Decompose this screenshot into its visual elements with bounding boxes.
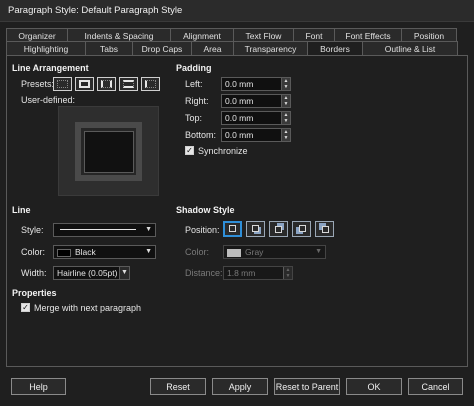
shadow-color-value: Gray [245, 247, 264, 257]
line-arrangement-heading: Line Arrangement [12, 63, 89, 73]
cancel-button[interactable]: Cancel [408, 378, 463, 395]
spin-arrows-icon[interactable]: ▲ ▼ [281, 78, 290, 90]
spin-arrows-icon[interactable]: ▲ ▼ [281, 112, 290, 124]
padding-top-input[interactable]: 0.0 mm ▲ ▼ [221, 111, 291, 125]
padding-bottom-label: Bottom: [185, 130, 217, 140]
chevron-down-icon: ▼ [145, 226, 152, 233]
synchronize-label: Synchronize [198, 146, 248, 156]
shadow-bottom-right-icon[interactable] [246, 221, 265, 237]
properties-heading: Properties [12, 288, 57, 298]
tab-font[interactable]: Font [293, 28, 335, 42]
shadow-top-right-icon[interactable] [269, 221, 288, 237]
padding-heading: Padding [176, 63, 212, 73]
chevron-down-icon: ▼ [315, 248, 322, 255]
chevron-down-icon: ▼ [145, 248, 152, 255]
padding-top-label: Top: [185, 113, 203, 123]
padding-right-input[interactable]: 0.0 mm ▲ ▼ [221, 94, 291, 108]
padding-left-input[interactable]: 0.0 mm ▲ ▼ [221, 77, 291, 91]
ok-button[interactable]: OK [346, 378, 402, 395]
padding-bottom-value: 0.0 mm [225, 130, 254, 140]
presets-label: Presets: [21, 79, 55, 89]
shadow-color-label: Color: [185, 247, 210, 257]
line-width-label: Width: [21, 268, 47, 278]
tab-position[interactable]: Position [401, 28, 457, 42]
dialog-button-bar: Help Reset Apply Reset to Parent OK Canc… [0, 368, 474, 406]
shadow-distance-label: Distance: [185, 268, 223, 278]
padding-bottom-input[interactable]: 0.0 mm ▲ ▼ [221, 128, 291, 142]
color-swatch [57, 248, 71, 257]
tab-font-effects[interactable]: Font Effects [334, 28, 402, 42]
spin-arrows-icon[interactable]: ▲ ▼ [281, 95, 290, 107]
shadow-top-left-icon[interactable] [315, 221, 334, 237]
help-button[interactable]: Help [11, 378, 66, 395]
line-style-sample [60, 229, 136, 230]
line-color-select[interactable]: Black ▼ [53, 245, 156, 259]
shadow-style-heading: Shadow Style [176, 205, 235, 215]
tab-text-flow[interactable]: Text Flow [233, 28, 294, 42]
line-width-value: Hairline (0.05pt) [57, 268, 118, 278]
apply-button[interactable]: Apply [212, 378, 268, 395]
tab-borders[interactable]: Borders [307, 41, 363, 56]
reset-to-parent-button[interactable]: Reset to Parent [274, 378, 340, 395]
merge-checkbox[interactable]: ✓ [21, 303, 30, 312]
border-preview[interactable] [58, 106, 159, 196]
shadow-none-icon[interactable] [223, 221, 242, 237]
padding-right-label: Right: [185, 96, 209, 106]
border-left-right-icon[interactable] [97, 77, 116, 91]
shadow-distance-value: 1.8 mm [227, 268, 256, 278]
chevron-down-icon[interactable]: ▼ [119, 266, 130, 280]
tab-transparency[interactable]: Transparency [233, 41, 308, 55]
spin-arrows-icon[interactable]: ▲ ▼ [281, 129, 290, 141]
padding-right-value: 0.0 mm [225, 96, 254, 106]
spin-arrows-icon[interactable]: ▲ ▼ [283, 267, 292, 279]
border-none-icon[interactable] [53, 77, 72, 91]
user-defined-label: User-defined: [21, 95, 76, 105]
window-title: Paragraph Style: Default Paragraph Style [0, 0, 474, 22]
shadow-color-select[interactable]: Gray ▼ [223, 245, 326, 259]
line-style-label: Style: [21, 225, 44, 235]
line-color-label: Color: [21, 247, 46, 257]
tab-organizer[interactable]: Organizer [6, 28, 68, 42]
reset-button[interactable]: Reset [150, 378, 206, 395]
line-color-value: Black [75, 247, 96, 257]
line-style-select[interactable]: ▼ [53, 223, 156, 237]
tab-drop-caps[interactable]: Drop Caps [132, 41, 192, 55]
shadow-bottom-left-icon[interactable] [292, 221, 311, 237]
merge-label: Merge with next paragraph [34, 303, 142, 313]
padding-left-label: Left: [185, 79, 203, 89]
tab-tabs[interactable]: Tabs [85, 41, 133, 55]
line-heading: Line [12, 205, 31, 215]
tab-alignment[interactable]: Alignment [170, 28, 234, 42]
padding-left-value: 0.0 mm [225, 79, 254, 89]
border-top-bottom-icon[interactable] [119, 77, 138, 91]
color-swatch [227, 248, 241, 257]
tab-indents-spacing[interactable]: Indents & Spacing [67, 28, 171, 42]
shadow-position-label: Position: [185, 225, 220, 235]
tab-area[interactable]: Area [191, 41, 234, 55]
border-left-icon[interactable] [141, 77, 160, 91]
line-width-select[interactable]: Hairline (0.05pt) [53, 266, 129, 280]
border-preview-box [84, 131, 134, 173]
tab-row-2: Highlighting Tabs Drop Caps Area Transpa… [6, 41, 458, 56]
tab-highlighting[interactable]: Highlighting [6, 41, 86, 55]
tab-row-1: Organizer Indents & Spacing Alignment Te… [6, 28, 457, 42]
synchronize-checkbox[interactable]: ✓ [185, 146, 194, 155]
borders-panel: Line Arrangement Presets: User-defined: … [6, 55, 468, 367]
tab-outline-list[interactable]: Outline & List [362, 41, 458, 55]
padding-top-value: 0.0 mm [225, 113, 254, 123]
border-all-icon[interactable] [75, 77, 94, 91]
shadow-distance-input[interactable]: 1.8 mm ▲ ▼ [223, 266, 293, 280]
